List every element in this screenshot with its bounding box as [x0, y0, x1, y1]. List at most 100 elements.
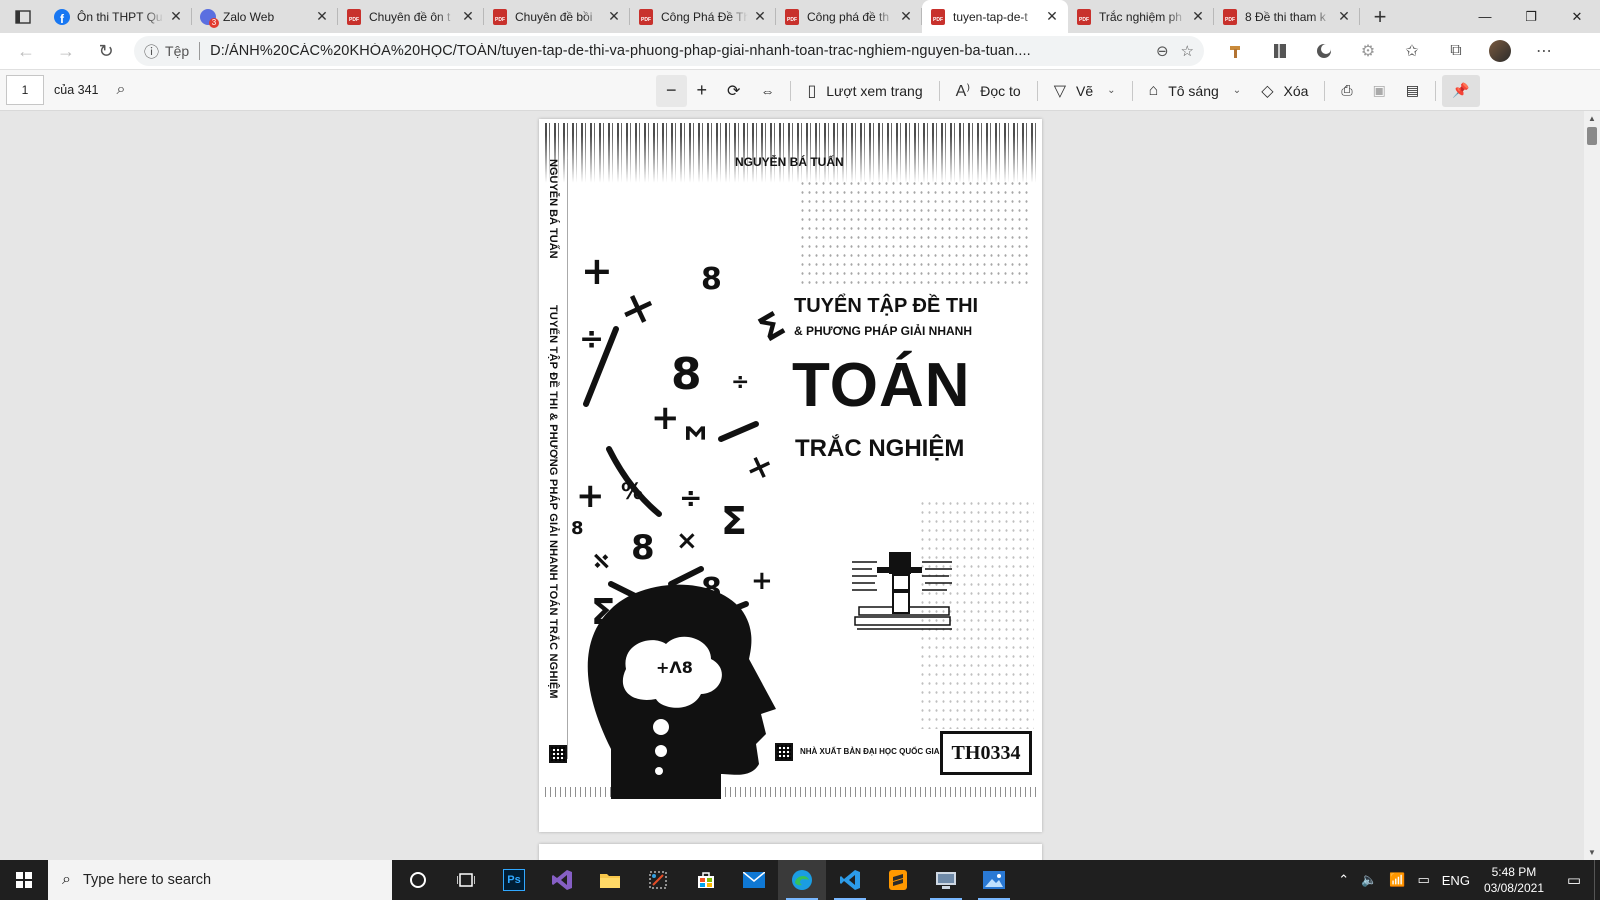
- zoom-icon[interactable]: ⊖: [1156, 42, 1169, 60]
- pin-toolbar-button[interactable]: 📌: [1442, 74, 1480, 107]
- chevron-down-icon[interactable]: ⌄: [1233, 85, 1241, 96]
- erase-button[interactable]: ◇ Xóa: [1251, 75, 1318, 107]
- tab-pdf[interactable]: PDF Công Phá Đề Th ✕: [630, 0, 776, 33]
- clock[interactable]: 5:48 PM 03/08/2021: [1484, 864, 1544, 896]
- taskbar-sublime-text[interactable]: [874, 860, 922, 900]
- search-icon[interactable]: ⌕: [116, 81, 125, 99]
- zoom-in-button[interactable]: +: [687, 75, 718, 107]
- favorites-icon[interactable]: ✩: [1390, 33, 1434, 69]
- taskbar-file-explorer[interactable]: [586, 860, 634, 900]
- taskbar-photoshop[interactable]: Ps: [490, 860, 538, 900]
- more-options-icon[interactable]: ⋯: [1522, 33, 1566, 69]
- cortana-button[interactable]: [394, 860, 442, 900]
- highlight-button[interactable]: ⌂ Tô sáng ⌄: [1139, 75, 1252, 107]
- wifi-icon[interactable]: 📶: [1389, 872, 1405, 888]
- close-icon[interactable]: ✕: [1190, 8, 1206, 25]
- taskbar-mail[interactable]: [730, 860, 778, 900]
- svg-text:×: ×: [676, 526, 698, 556]
- add-favorite-icon[interactable]: ☆: [1181, 42, 1194, 60]
- tab-pdf-active[interactable]: PDF tuyen-tap-de-t ✕: [922, 0, 1068, 33]
- page-view-label: Lượt xem trang: [826, 82, 923, 99]
- taskbar-search-box[interactable]: ⌕ Type here to search: [48, 860, 392, 900]
- close-icon[interactable]: ✕: [1044, 8, 1060, 25]
- close-icon[interactable]: ✕: [1336, 8, 1352, 25]
- fit-page-button[interactable]: ⇔: [750, 75, 784, 107]
- tab-pdf[interactable]: PDF Trắc nghiệm ph ✕: [1068, 0, 1214, 33]
- save-as-button[interactable]: ▤: [1396, 75, 1429, 107]
- plus-icon: +: [1373, 3, 1387, 29]
- minimize-button[interactable]: —: [1462, 0, 1508, 33]
- extension-book-icon[interactable]: [1258, 33, 1302, 69]
- print-icon: ⎙: [1341, 82, 1353, 98]
- print-button[interactable]: ⎙: [1331, 75, 1362, 107]
- read-aloud-button[interactable]: A⁾ Đọc to: [946, 75, 1031, 107]
- taskbar-visual-studio[interactable]: [538, 860, 586, 900]
- extension-hammer-icon[interactable]: [1214, 33, 1258, 69]
- collections-icon[interactable]: ⧉: [1434, 33, 1478, 69]
- close-icon[interactable]: ✕: [314, 8, 330, 25]
- back-button[interactable]: ←: [6, 33, 46, 69]
- scrollbar-thumb[interactable]: [1587, 127, 1597, 145]
- close-icon[interactable]: ✕: [168, 8, 184, 25]
- save-button[interactable]: ▣: [1363, 75, 1396, 107]
- profile-avatar[interactable]: [1478, 33, 1522, 69]
- new-tab-button[interactable]: +: [1360, 0, 1400, 33]
- close-icon[interactable]: ✕: [606, 8, 622, 25]
- zoom-out-button[interactable]: −: [656, 74, 687, 107]
- pdf-icon: PDF: [784, 8, 800, 25]
- close-window-button[interactable]: ✕: [1554, 0, 1600, 33]
- language-indicator[interactable]: ENG: [1442, 873, 1470, 888]
- notification-badge: 3: [209, 17, 219, 28]
- document-viewer[interactable]: NGUYỄN BÁ TUẤN TUYỂN TẬP ĐỀ THI & PHƯƠNG…: [0, 111, 1584, 860]
- pin-icon: 📌: [1452, 82, 1470, 98]
- tab-zalo[interactable]: 3 Zalo Web ✕: [192, 0, 338, 33]
- navigation-bar: ← → ↻ ⓘ Tệp D:/ẢNH%20CÁC%20KHÓA%20HỌC/TO…: [0, 33, 1600, 70]
- notification-icon: ▭: [1566, 872, 1582, 889]
- tab-actions-button[interactable]: [0, 0, 46, 33]
- rotate-button[interactable]: ⟳: [717, 75, 750, 107]
- tab-pdf[interactable]: PDF 8 Đề thi tham k ✕: [1214, 0, 1360, 33]
- arrow-right-icon: →: [57, 40, 75, 61]
- speaker-icon[interactable]: 🔈: [1361, 872, 1377, 888]
- address-bar[interactable]: ⓘ Tệp D:/ẢNH%20CÁC%20KHÓA%20HỌC/TOÁN/tuy…: [134, 36, 1204, 66]
- taskbar-store[interactable]: [682, 860, 730, 900]
- close-icon[interactable]: ✕: [460, 8, 476, 25]
- tab-pdf[interactable]: PDF Công phá đề th ✕: [776, 0, 922, 33]
- show-desktop-button[interactable]: [1594, 860, 1600, 900]
- taskbar-photos[interactable]: [970, 860, 1018, 900]
- spine-author: NGUYỄN BÁ TUẤN: [547, 159, 559, 259]
- scroll-up-icon[interactable]: ▲: [1584, 114, 1600, 123]
- taskbar-snipping-tool[interactable]: [634, 860, 682, 900]
- battery-icon[interactable]: ▭: [1417, 872, 1429, 888]
- page-number-input[interactable]: 1: [6, 75, 44, 105]
- chevron-down-icon[interactable]: ⌄: [1107, 85, 1115, 96]
- taskbar-edge[interactable]: [778, 860, 826, 900]
- page-view-button[interactable]: ▯ Lượt xem trang: [797, 75, 932, 107]
- svg-text:8: 8: [701, 262, 722, 297]
- notification-center-button[interactable]: ▭: [1554, 860, 1594, 900]
- start-button[interactable]: [0, 860, 48, 900]
- tab-pdf[interactable]: PDF Chuyên đề ôn t ✕: [338, 0, 484, 33]
- extension-dark-mode-icon[interactable]: [1302, 33, 1346, 69]
- url-text[interactable]: D:/ẢNH%20CÁC%20KHÓA%20HỌC/TOÁN/tuyen-tap…: [210, 43, 1144, 59]
- scroll-down-icon[interactable]: ▼: [1584, 848, 1600, 857]
- draw-button[interactable]: ▽ Vẽ ⌄: [1044, 75, 1126, 107]
- close-icon[interactable]: ✕: [898, 8, 914, 25]
- avatar: [1489, 40, 1511, 62]
- taskbar-remote-desktop[interactable]: [922, 860, 970, 900]
- extension-gear-icon[interactable]: ⚙: [1346, 33, 1390, 69]
- tab-facebook[interactable]: f Ôn thi THPT Qu ✕: [46, 0, 192, 33]
- task-view-button[interactable]: [442, 860, 490, 900]
- refresh-button[interactable]: ↻: [86, 33, 126, 69]
- taskbar-vscode[interactable]: [826, 860, 874, 900]
- info-icon[interactable]: ⓘ: [144, 41, 159, 62]
- close-icon[interactable]: ✕: [752, 8, 768, 25]
- forward-button[interactable]: →: [46, 33, 86, 69]
- chevron-up-icon[interactable]: ⌃: [1338, 872, 1349, 888]
- tab-pdf[interactable]: PDF Chuyên đề bồi ✕: [484, 0, 630, 33]
- pdf-icon: PDF: [1222, 8, 1238, 25]
- tab-title: Trắc nghiệm ph: [1099, 9, 1182, 24]
- restore-button[interactable]: ❐: [1508, 0, 1554, 33]
- tab-title: Chuyên đề ôn t: [369, 9, 451, 24]
- scrollbar[interactable]: ▲ ▼: [1584, 111, 1600, 860]
